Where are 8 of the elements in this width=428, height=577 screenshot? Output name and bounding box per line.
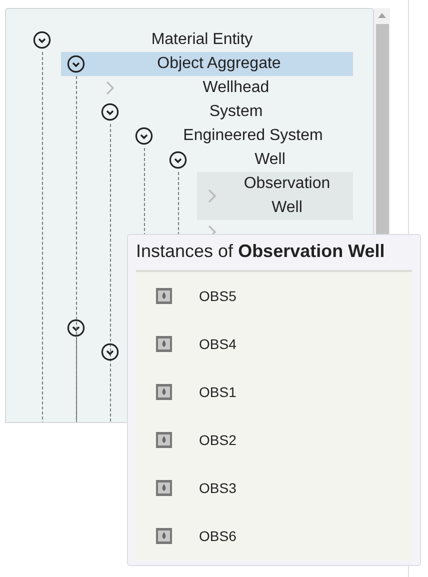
tree-label: Material Entity — [150, 30, 254, 50]
tree-label: System — [208, 102, 264, 122]
tree-label: Well — [254, 150, 286, 170]
tree-label: Wellhead — [202, 78, 270, 98]
tree-label: Object Aggregate — [156, 54, 282, 74]
tree-label: Observation Well — [242, 174, 332, 218]
tree-label: Engineered System — [182, 126, 324, 146]
popup-title: Instances of Observation Well — [136, 240, 386, 263]
